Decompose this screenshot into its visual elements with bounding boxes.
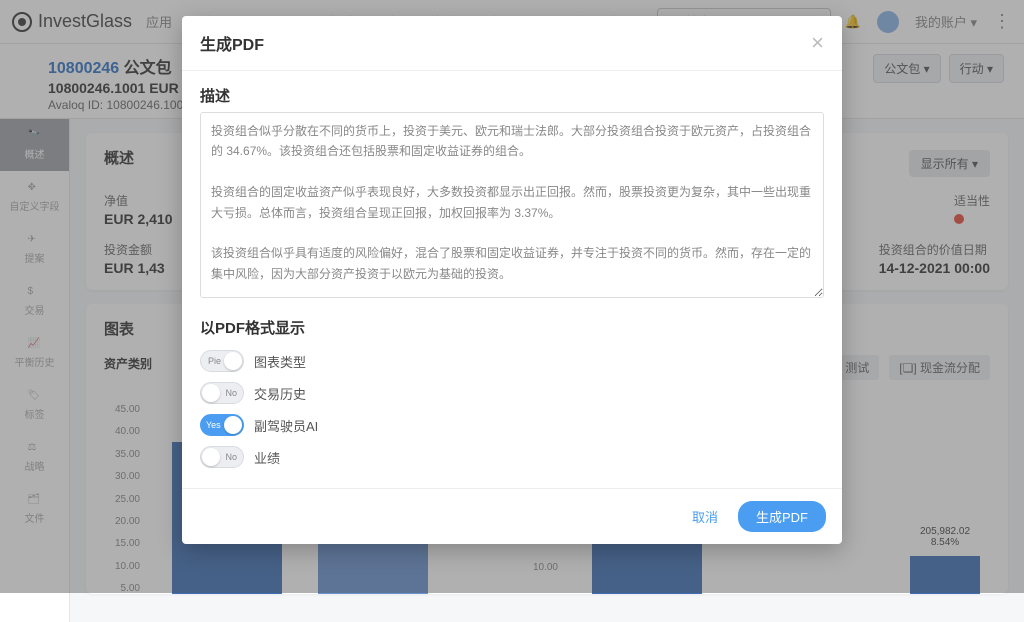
cancel-button[interactable]: 取消	[682, 501, 728, 532]
generate-pdf-button[interactable]: 生成PDF	[738, 501, 826, 532]
toggle-performance[interactable]: No	[200, 446, 244, 468]
toggle-copilot-ai[interactable]: Yes	[200, 414, 244, 436]
toggle-label: 业绩	[254, 448, 280, 467]
modal-close-button[interactable]: ×	[811, 30, 824, 56]
pdf-options-heading: 以PDF格式显示	[200, 317, 824, 338]
toggle-trade-history[interactable]: No	[200, 382, 244, 404]
generate-pdf-modal: 生成PDF × 描述 以PDF格式显示 Pie 图表类型 No 交易历史 Yes…	[182, 16, 842, 544]
toggle-label: 交易历史	[254, 384, 306, 403]
toggle-label: 副驾驶员AI	[254, 416, 318, 435]
toggle-chart-type[interactable]: Pie	[200, 350, 244, 372]
modal-title: 生成PDF	[200, 31, 264, 55]
description-textarea[interactable]	[200, 112, 824, 298]
toggle-label: 图表类型	[254, 352, 306, 371]
description-heading: 描述	[200, 85, 824, 106]
modal-backdrop[interactable]: 生成PDF × 描述 以PDF格式显示 Pie 图表类型 No 交易历史 Yes…	[0, 0, 1024, 593]
